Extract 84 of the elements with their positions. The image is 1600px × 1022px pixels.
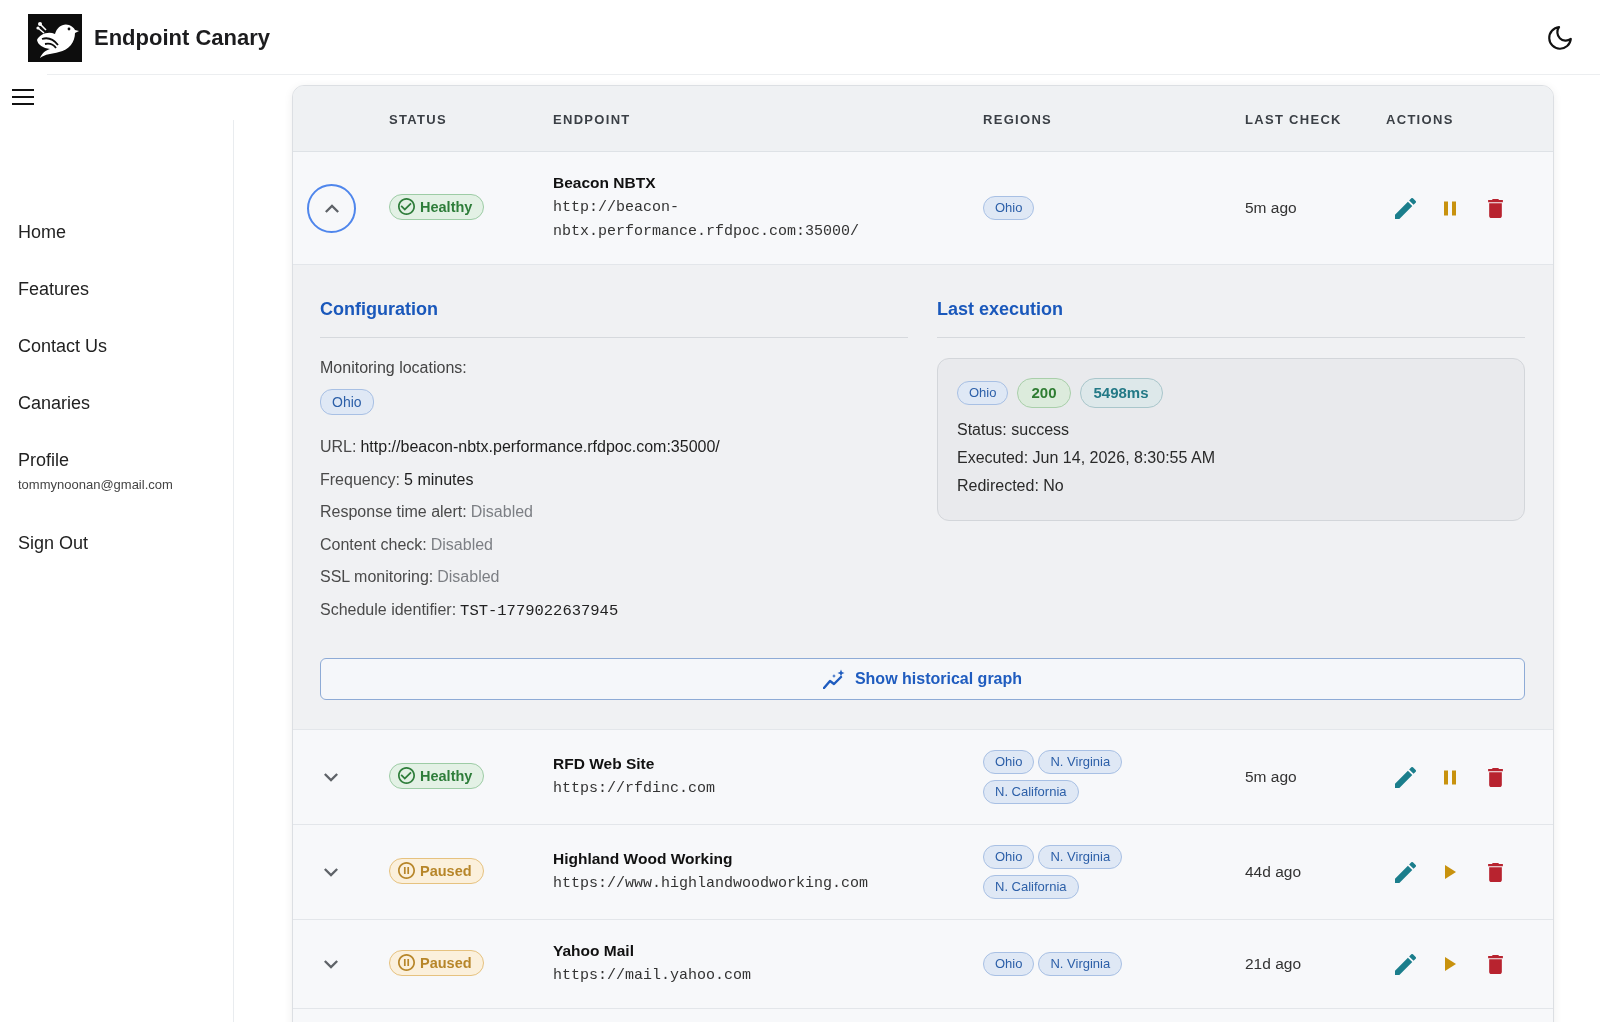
pencil-icon <box>1394 953 1416 975</box>
region-tag: Ohio <box>983 750 1035 774</box>
status-label: Healthy <box>420 766 473 785</box>
field-label: SSL monitoring: <box>320 568 434 585</box>
pencil-icon <box>1394 766 1416 788</box>
last-check-time: 5m ago <box>1245 199 1297 216</box>
region-tag: N. Virginia <box>1038 845 1123 869</box>
sidebar-item[interactable]: Canaries <box>18 391 91 415</box>
endpoint-url: https://mail.yahoo.com <box>553 966 753 986</box>
last-check-time: 5m ago <box>1245 768 1297 785</box>
region-tag: Ohio <box>983 845 1035 869</box>
sidebar-item[interactable]: Home <box>18 220 66 244</box>
endpoint-name: Yahoo Mail <box>553 941 635 961</box>
column-header: STATUS <box>389 111 447 127</box>
chevron-down-icon <box>324 959 338 969</box>
section-heading: Last execution <box>937 296 1525 338</box>
chevron-down-icon <box>324 867 338 877</box>
app-title: Endpoint Canary <box>94 24 270 52</box>
region-tag: Ohio <box>957 381 1009 405</box>
menu-icon <box>12 89 34 105</box>
column-header: REGIONS <box>983 111 1053 127</box>
sidebar-item[interactable]: Contact Us <box>18 334 108 358</box>
region-tag: Ohio <box>983 952 1035 976</box>
section-heading: Configuration <box>320 296 908 338</box>
chevron-up-icon <box>324 203 339 213</box>
endpoint-url: https://www.highlandwoodworking.com <box>553 874 870 894</box>
last-check-time: 44d ago <box>1245 863 1302 880</box>
field-value: http://beacon-nbtx.performance.rfdpoc.com:35000/ <box>360 438 720 455</box>
play-icon <box>1444 957 1456 971</box>
expand-button[interactable] <box>307 183 356 233</box>
region-tag: Ohio <box>983 196 1035 220</box>
sidebar-item[interactable]: Features <box>18 277 90 301</box>
status-code-tag: 200 <box>1017 378 1071 408</box>
play-icon <box>1444 865 1456 879</box>
region-tag: N. California <box>983 875 1079 899</box>
trash-icon <box>1487 767 1503 787</box>
duration-tag: 5498ms <box>1079 378 1163 408</box>
endpoint-url: https://rfdinc.com <box>553 779 717 799</box>
column-header: LAST CHECK <box>1245 111 1342 127</box>
user-email: tommynoonan@gmail.com <box>18 476 173 494</box>
endpoint-name: Beacon NBTX <box>553 173 657 193</box>
region-tag: N. California <box>983 780 1079 804</box>
menu-button[interactable] <box>12 89 34 105</box>
theme-toggle[interactable] <box>1548 25 1572 50</box>
show-graph-button[interactable]: Show historical graph <box>320 658 1525 700</box>
pencil-icon <box>1394 197 1416 219</box>
field-value: Disabled <box>430 535 493 553</box>
pencil-icon <box>1394 861 1416 883</box>
sidebar-item[interactable]: Sign Out <box>18 531 89 555</box>
chart-icon <box>822 669 845 689</box>
pause-icon <box>1444 200 1456 216</box>
region-tag: N. Virginia <box>1038 750 1123 774</box>
last-check-time: 21d ago <box>1245 955 1302 972</box>
region-tag: Ohio <box>320 389 374 415</box>
trash-icon <box>1487 954 1503 974</box>
region-tag: N. Virginia <box>1038 952 1123 976</box>
field-value: Disabled <box>470 503 533 520</box>
status-label: Healthy <box>420 197 473 216</box>
sidebar-item[interactable]: Profile <box>18 448 70 472</box>
field-label: Response time alert: <box>320 503 467 520</box>
execution-detail: Redirected: No <box>957 476 1064 496</box>
field-label: Monitoring locations: <box>320 358 467 378</box>
endpoint-name: Highland Wood Working <box>553 849 734 869</box>
pause-icon <box>1444 769 1456 785</box>
column-header: ACTIONS <box>1386 111 1454 127</box>
column-header: ENDPOINT <box>553 111 631 127</box>
status-label: Paused <box>420 953 472 972</box>
status-label: Paused <box>420 861 472 880</box>
field-label: Schedule identifier: <box>320 600 457 618</box>
trash-icon <box>1487 862 1503 882</box>
execution-detail: Executed: Jun 14, 2026, 8:30:55 AM <box>957 448 1215 468</box>
field-label: Content check: <box>320 535 427 553</box>
moon-icon <box>1548 25 1572 50</box>
bird-icon <box>28 13 82 62</box>
chevron-down-icon <box>324 772 338 782</box>
endpoint-url: http://beacon-nbtx.performance.rfdpoc.com:35000/ <box>553 198 861 242</box>
field-label: URL: <box>320 438 357 455</box>
field-value: Disabled <box>437 568 500 585</box>
field-value: 5 minutes <box>404 470 474 488</box>
trash-icon <box>1487 198 1503 218</box>
field-value: TST-1779022637945 <box>460 601 619 620</box>
execution-detail: Status: success <box>957 420 1070 440</box>
endpoint-name: RFD Web Site <box>553 754 656 774</box>
field-label: Frequency: <box>320 470 401 488</box>
